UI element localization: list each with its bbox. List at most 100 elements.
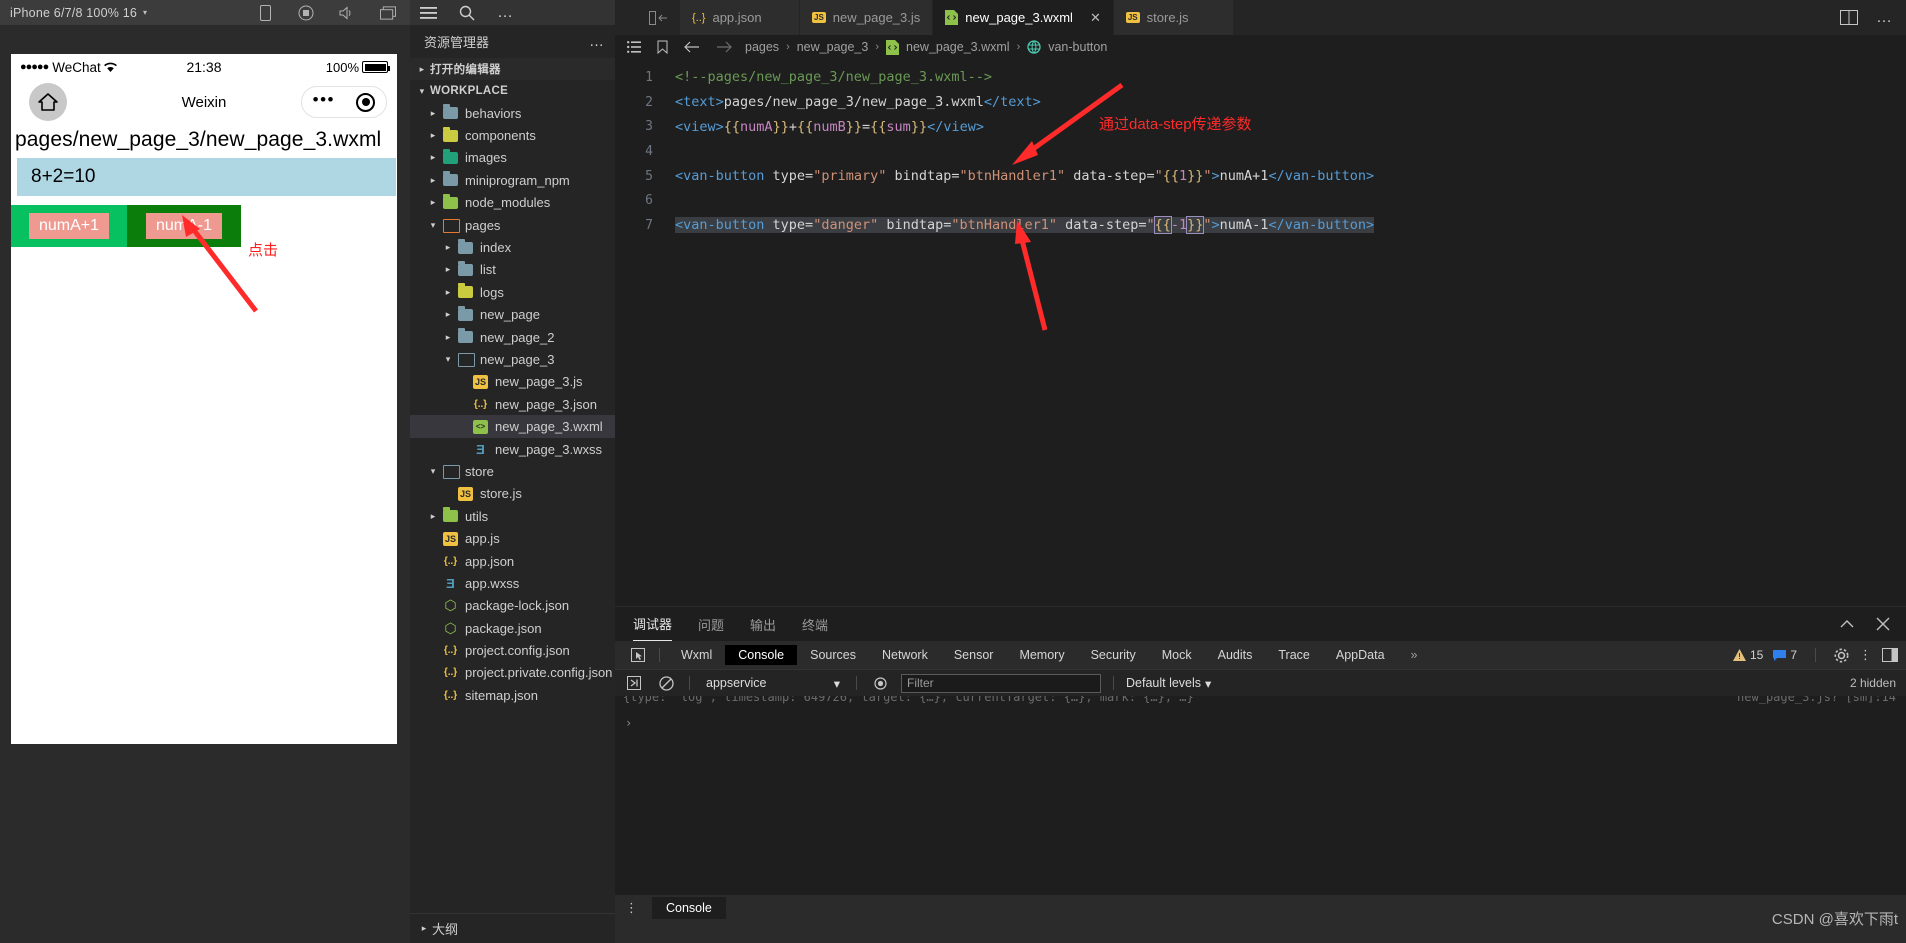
code-line[interactable]: 4 xyxy=(615,139,1906,164)
tree-item[interactable]: ▸{..}new_page_3.json xyxy=(410,393,615,415)
tree-item[interactable]: ▸⬡package.json xyxy=(410,617,615,639)
line-content[interactable]: <!--pages/new_page_3/new_page_3.wxml--> xyxy=(675,69,992,85)
console-levels-select[interactable]: Default levels ▾ xyxy=(1126,676,1211,691)
warning-count[interactable]: 15 xyxy=(1732,648,1763,662)
devtools-tab[interactable]: Security xyxy=(1078,645,1149,665)
gear-icon[interactable] xyxy=(1834,648,1849,663)
tree-item[interactable]: ▸ utils xyxy=(410,505,615,527)
breadcrumb-part-symbol[interactable]: van-button xyxy=(1048,40,1107,54)
line-content[interactable]: <view>{{numA}}+{{numB}}={{sum}}</view> xyxy=(675,119,984,135)
numa-plus-button[interactable]: numA+1 xyxy=(11,205,127,247)
tree-item[interactable]: ▸Ǝnew_page_3.wxss xyxy=(410,438,615,460)
tree-item[interactable]: ▸JSapp.js xyxy=(410,527,615,549)
tree-item[interactable]: ▸ behaviors xyxy=(410,102,615,124)
chevron-down-icon[interactable]: ▾ xyxy=(834,676,840,691)
editor-tab[interactable]: JS store.js xyxy=(1113,0,1234,35)
console-message[interactable]: {type: "log", timestamp: 649726, target:… xyxy=(615,696,1906,704)
tree-item[interactable]: ▸⬡package-lock.json xyxy=(410,595,615,617)
more-icon[interactable]: ••• xyxy=(313,91,335,108)
split-editor-icon[interactable] xyxy=(1840,10,1858,25)
chevron-right-icon[interactable]: ▸ xyxy=(425,175,441,186)
devtools-tab[interactable]: Audits xyxy=(1205,645,1266,665)
console-drawer-tab[interactable]: Console xyxy=(652,897,726,919)
devtools-tab[interactable]: Sources xyxy=(797,645,869,665)
device-selector-label[interactable]: iPhone 6/7/8 100% 16 xyxy=(10,6,137,20)
tree-item[interactable]: ▸{..}sitemap.json xyxy=(410,684,615,706)
record-icon[interactable] xyxy=(298,5,314,21)
tree-item[interactable]: ▸ index xyxy=(410,236,615,258)
panel-tab[interactable]: 终端 xyxy=(802,607,828,641)
breadcrumb-part-newpage3[interactable]: new_page_3 xyxy=(797,40,869,54)
editor-tab-bar[interactable]: {..} app.json JS new_page_3.js new_page_3.wx… xyxy=(615,0,1906,35)
chevron-right-icon[interactable]: ▸ xyxy=(440,332,456,343)
devtools-tab[interactable]: Mock xyxy=(1149,645,1205,665)
chevron-right-icon[interactable]: ▸ xyxy=(440,287,456,298)
chevron-right-icon[interactable]: ▸ xyxy=(416,923,432,934)
editor-tab[interactable]: JS new_page_3.js xyxy=(800,0,934,35)
more-actions-icon[interactable]: … xyxy=(1876,9,1892,25)
code-line[interactable]: 2 <text>pages/new_page_3/new_page_3.wxml<… xyxy=(615,90,1906,115)
volume-icon[interactable] xyxy=(339,5,355,21)
tree-item[interactable]: ▾ store xyxy=(410,460,615,482)
search-icon[interactable] xyxy=(459,5,475,21)
devtools-tab-bar[interactable]: Wxml Console Sources Network Sensor Memory Sec… xyxy=(615,641,1906,669)
back-arrow-icon[interactable] xyxy=(684,41,700,53)
tree-item[interactable]: ▸JSnew_page_3.js xyxy=(410,371,615,393)
eye-icon[interactable] xyxy=(869,674,891,692)
code-editor[interactable]: 1 <!--pages/new_page_3/new_page_3.wxml-->… xyxy=(615,59,1906,606)
chevron-down-icon[interactable]: ▾ xyxy=(440,354,456,365)
forward-arrow-icon[interactable] xyxy=(716,41,732,53)
tree-item[interactable]: ▸{..}app.json xyxy=(410,550,615,572)
chevron-right-icon[interactable]: ▸ xyxy=(440,242,456,253)
chevron-right-icon[interactable]: ▸ xyxy=(425,130,441,141)
breadcrumb-part-pages[interactable]: pages xyxy=(745,40,779,54)
chevron-down-icon[interactable]: ▾ xyxy=(1205,676,1211,691)
window-icon[interactable] xyxy=(380,5,396,21)
devtools-tab[interactable]: AppData xyxy=(1323,645,1398,665)
kebab-menu-icon[interactable]: ⋮ xyxy=(1859,648,1872,661)
chevron-up-icon[interactable] xyxy=(1840,619,1854,629)
kebab-menu-icon[interactable]: ⋮ xyxy=(625,901,638,914)
console-prompt[interactable]: › xyxy=(615,710,1906,730)
line-content[interactable]: <van-button type="primary" bindtap="btnH… xyxy=(675,168,1374,184)
tree-item[interactable]: ▸ logs xyxy=(410,281,615,303)
devtools-tab[interactable]: Sensor xyxy=(941,645,1007,665)
chevron-down-icon[interactable]: ▾ xyxy=(143,8,147,17)
chevron-right-icon[interactable]: ▸ xyxy=(440,264,456,275)
close-icon[interactable] xyxy=(1876,617,1890,631)
tree-item[interactable]: ▸<>new_page_3.wxml xyxy=(410,415,615,438)
devtools-tab[interactable]: Network xyxy=(869,645,941,665)
more-icon[interactable]: … xyxy=(497,4,513,20)
tree-item[interactable]: ▸Ǝapp.wxss xyxy=(410,572,615,594)
console-output[interactable]: {type: "log", timestamp: 649726, target:… xyxy=(615,696,1906,895)
panel-tab[interactable]: 问题 xyxy=(698,607,724,641)
outline-section[interactable]: ▸ 大纲 xyxy=(410,913,615,943)
clear-console-icon[interactable] xyxy=(655,674,677,692)
line-content[interactable]: <text>pages/new_page_3/new_page_3.wxml</… xyxy=(675,94,1041,110)
panel-tab[interactable]: 调试器 xyxy=(633,607,673,641)
section-open-editors[interactable]: ▸ 打开的编辑器 xyxy=(410,58,615,80)
tree-item[interactable]: ▸ new_page_2 xyxy=(410,326,615,348)
target-icon[interactable] xyxy=(356,92,376,112)
toggle-sidebar-icon[interactable] xyxy=(615,0,680,35)
tree-item[interactable]: ▸ new_page xyxy=(410,304,615,326)
chevron-right-icon[interactable]: ▸ xyxy=(440,309,456,320)
tree-item[interactable]: ▸ images xyxy=(410,147,615,169)
code-lines[interactable]: 1 <!--pages/new_page_3/new_page_3.wxml-->… xyxy=(615,59,1906,238)
panel-tab[interactable]: 输出 xyxy=(750,607,776,641)
tree-item[interactable]: ▸ list xyxy=(410,259,615,281)
chevron-down-icon[interactable]: ▾ xyxy=(425,466,441,477)
outline-icon[interactable] xyxy=(627,41,641,53)
chevron-right-icon[interactable]: ▸ xyxy=(414,64,430,75)
tree-item[interactable]: ▸ node_modules xyxy=(410,192,615,214)
chevron-right-icon[interactable]: ▸ xyxy=(425,197,441,208)
chevron-right-icon[interactable]: ▸ xyxy=(425,511,441,522)
code-line[interactable]: 1 <!--pages/new_page_3/new_page_3.wxml--> xyxy=(615,65,1906,90)
editor-tab[interactable]: {..} app.json xyxy=(680,0,800,35)
execute-icon[interactable] xyxy=(623,674,645,692)
chevron-down-icon[interactable]: ▾ xyxy=(425,220,441,231)
code-line[interactable]: 5 <van-button type="primary" bindtap="btn… xyxy=(615,164,1906,189)
breadcrumb[interactable]: pages › new_page_3 › new_page_3.wxml › v… xyxy=(615,35,1906,59)
panel-tab-bar[interactable]: 调试器 问题 输出 终端 xyxy=(615,607,1906,641)
code-line[interactable]: 6 xyxy=(615,188,1906,213)
